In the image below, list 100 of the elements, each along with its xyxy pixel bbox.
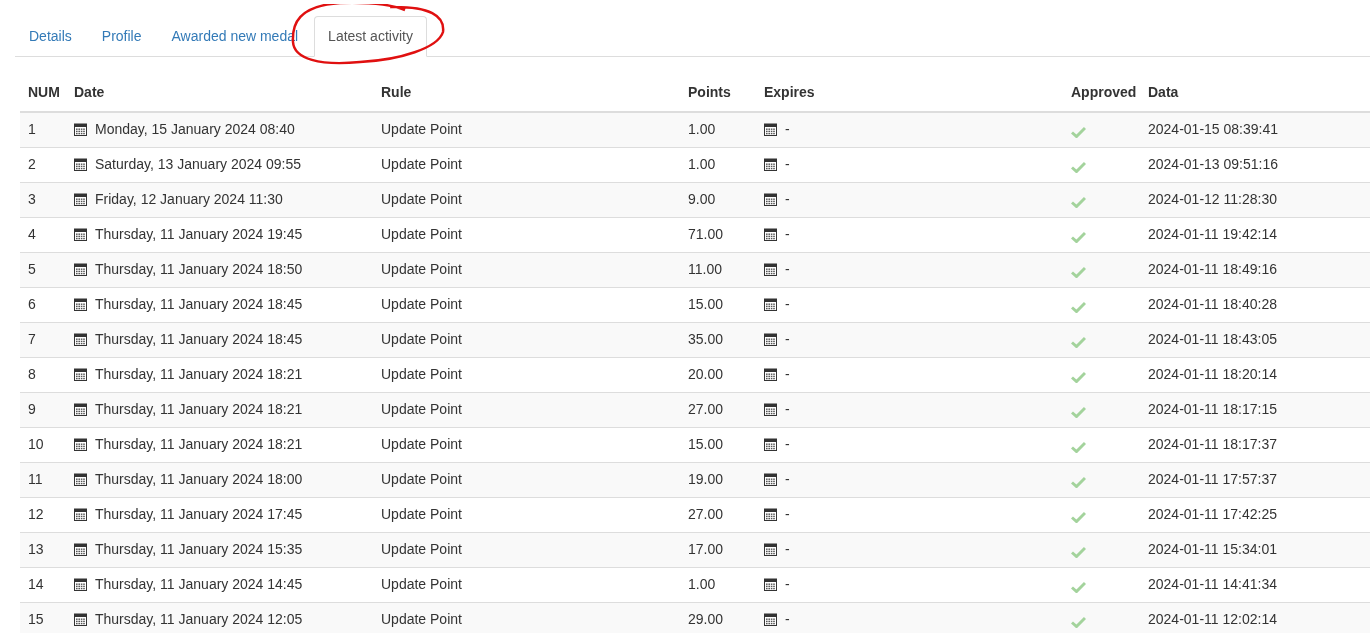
date-text: Thursday, 11 January 2024 19:45 <box>95 225 303 244</box>
table-cell: 1.00 <box>680 112 756 147</box>
calendar-icon <box>74 368 87 381</box>
table-cell: 27.00 <box>680 392 756 427</box>
calendar-icon <box>764 403 777 416</box>
expires-text: - <box>785 540 790 559</box>
table-cell: Update Point <box>373 182 680 217</box>
tab[interactable]: Profile <box>87 16 156 57</box>
expires-text: - <box>785 470 790 489</box>
table-cell: Update Point <box>373 427 680 462</box>
calendar-icon <box>764 368 777 381</box>
table-cell: 2024-01-11 18:17:37 <box>1140 427 1370 462</box>
table-cell: 2024-01-11 12:02:14 <box>1140 602 1370 633</box>
table-cell: Update Point <box>373 602 680 633</box>
calendar-icon <box>74 578 87 591</box>
calendar-icon <box>74 123 87 137</box>
expires-text: - <box>785 400 790 419</box>
table-cell: Update Point <box>373 497 680 532</box>
table-cell: 2024-01-11 14:41:34 <box>1140 567 1370 602</box>
table-cell: 1.00 <box>680 567 756 602</box>
calendar-icon <box>74 263 87 276</box>
table-cell: 27.00 <box>680 497 756 532</box>
table-cell: 2024-01-11 15:34:01 <box>1140 532 1370 567</box>
table-cell: 15.00 <box>680 427 756 462</box>
calendar-icon <box>74 158 87 171</box>
table-cell: 6 <box>20 287 66 322</box>
date-text: Thursday, 11 January 2024 18:00 <box>95 470 303 489</box>
table-cell: 2024-01-15 08:39:41 <box>1140 112 1370 147</box>
table-cell: Update Point <box>373 532 680 567</box>
date-text: Monday, 15 January 2024 08:40 <box>95 120 295 140</box>
date-text: Thursday, 11 January 2024 18:21 <box>95 435 303 454</box>
expires-text: - <box>785 120 790 140</box>
calendar-icon <box>764 578 777 591</box>
table-cell: 13 <box>20 532 66 567</box>
calendar-icon <box>764 508 777 521</box>
expires-text: - <box>785 365 790 384</box>
table-cell: 2024-01-12 11:28:30 <box>1140 182 1370 217</box>
date-text: Thursday, 11 January 2024 15:35 <box>95 540 303 559</box>
tab[interactable]: Latest activity <box>314 16 427 57</box>
calendar-icon <box>74 438 87 451</box>
expires-text: - <box>785 610 790 630</box>
table-cell: 1 <box>20 112 66 147</box>
expires-text: - <box>785 190 790 209</box>
calendar-icon <box>764 298 777 311</box>
table-cell: Update Point <box>373 112 680 147</box>
date-text: Thursday, 11 January 2024 12:05 <box>95 610 303 630</box>
table-cell: Update Point <box>373 392 680 427</box>
expires-text: - <box>785 435 790 454</box>
table-cell: 29.00 <box>680 602 756 633</box>
table-cell: Update Point <box>373 322 680 357</box>
table-cell: 2024-01-11 18:49:16 <box>1140 252 1370 287</box>
table-cell: 2024-01-13 09:51:16 <box>1140 147 1370 182</box>
calendar-icon <box>764 543 777 556</box>
table-cell: 10 <box>20 427 66 462</box>
table-cell: Update Point <box>373 217 680 252</box>
table-cell: 11.00 <box>680 252 756 287</box>
table-cell: 15.00 <box>680 287 756 322</box>
calendar-icon <box>764 228 777 241</box>
table-cell: 2024-01-11 17:42:25 <box>1140 497 1370 532</box>
calendar-icon <box>764 473 777 486</box>
table-cell: 19.00 <box>680 462 756 497</box>
table-cell: 2024-01-11 18:17:15 <box>1140 392 1370 427</box>
calendar-icon <box>74 508 87 521</box>
date-text: Thursday, 11 January 2024 17:45 <box>95 505 303 524</box>
calendar-icon <box>74 228 87 241</box>
table-cell: 7 <box>20 322 66 357</box>
table-cell: Update Point <box>373 567 680 602</box>
date-text: Thursday, 11 January 2024 18:21 <box>95 365 303 384</box>
table-cell: Update Point <box>373 357 680 392</box>
table-cell: Update Point <box>373 147 680 182</box>
table-cell: 15 <box>20 602 66 633</box>
calendar-icon <box>764 158 777 171</box>
table-cell: 2024-01-11 18:40:28 <box>1140 287 1370 322</box>
expires-text: - <box>785 225 790 244</box>
table-cell: 9 <box>20 392 66 427</box>
table-cell: 2024-01-11 18:43:05 <box>1140 322 1370 357</box>
table-cell: 8 <box>20 357 66 392</box>
expires-text: - <box>785 505 790 524</box>
table-cell: 4 <box>20 217 66 252</box>
calendar-icon <box>74 473 87 486</box>
calendar-icon <box>74 333 87 346</box>
date-text: Saturday, 13 January 2024 09:55 <box>95 155 301 174</box>
table-cell: 20.00 <box>680 357 756 392</box>
calendar-icon <box>74 193 87 206</box>
calendar-icon <box>764 193 777 206</box>
date-text: Thursday, 11 January 2024 18:45 <box>95 330 303 349</box>
table-cell: 1.00 <box>680 147 756 182</box>
table-cell: 17.00 <box>680 532 756 567</box>
tab[interactable]: Details <box>15 16 86 57</box>
calendar-icon <box>764 333 777 346</box>
calendar-icon <box>74 543 87 556</box>
date-text: Friday, 12 January 2024 11:30 <box>95 190 283 209</box>
calendar-icon <box>764 438 777 451</box>
calendar-icon <box>74 403 87 416</box>
date-text: Thursday, 11 January 2024 18:45 <box>95 295 303 314</box>
calendar-icon <box>764 613 777 627</box>
calendar-icon <box>764 123 777 137</box>
table-cell: 2024-01-11 19:42:14 <box>1140 217 1370 252</box>
table-cell: 3 <box>20 182 66 217</box>
expires-text: - <box>785 330 790 349</box>
